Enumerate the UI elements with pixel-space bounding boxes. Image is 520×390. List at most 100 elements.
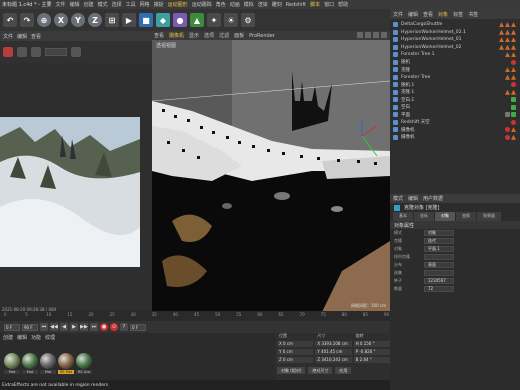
material-swatch[interactable]: [76, 353, 92, 369]
menu-animate[interactable]: 动画: [230, 1, 240, 8]
rot-h-field[interactable]: H 0.156 °: [353, 341, 390, 347]
perspective-viewport[interactable]: 查看 摄像机 显示 选项 过滤 面板 ProRender 透视视图 网格间距：1…: [152, 31, 390, 312]
pos-y-field[interactable]: Y 0 cm: [277, 349, 314, 355]
pan-icon[interactable]: [357, 32, 363, 38]
object-name[interactable]: 随机: [401, 59, 410, 65]
material-tag-icon[interactable]: [499, 22, 504, 28]
mat-menu-texture[interactable]: 纹理: [45, 334, 55, 341]
settings-button[interactable]: ⚙: [241, 13, 255, 27]
object-row[interactable]: 克隆: [390, 66, 520, 74]
material-tag-icon[interactable]: [505, 67, 510, 73]
om-tab-edit[interactable]: 编辑: [408, 11, 418, 18]
attribute-value-field[interactable]: 对象: [424, 230, 454, 236]
object-row[interactable]: Redshift 天空: [390, 119, 520, 127]
z-axis-button[interactable]: Z: [88, 13, 102, 27]
om-tab-file[interactable]: 文件: [393, 11, 403, 18]
snapshot-icon[interactable]: [71, 47, 81, 57]
attribute-subtab[interactable]: 对象: [435, 212, 455, 221]
material-tag-icon[interactable]: [505, 44, 510, 50]
menu-simulate[interactable]: 模拟: [244, 1, 254, 8]
menu-tracking[interactable]: 运动跟踪: [192, 1, 212, 8]
go-to-start-button[interactable]: ⏮: [40, 323, 48, 331]
object-row[interactable]: 平面: [390, 111, 520, 119]
menu-redshift[interactable]: Redshift: [286, 2, 306, 8]
object-row[interactable]: Forester Tree: [390, 74, 520, 82]
object-row[interactable]: 空白: [390, 104, 520, 112]
object-name[interactable]: HyperionWorkerHelmet_02: [401, 45, 462, 50]
play-button[interactable]: ▶: [70, 323, 78, 331]
nurbs-button[interactable]: ●: [173, 13, 187, 27]
tab-view[interactable]: 查看: [31, 33, 41, 40]
viewport-menu-view[interactable]: 查看: [154, 32, 164, 39]
object-name[interactable]: HyperionWorkerHelmet_01: [401, 37, 462, 42]
maximize-icon[interactable]: [381, 32, 387, 38]
pos-x-field[interactable]: X 0 cm: [277, 341, 314, 347]
viewport-menu-cameras[interactable]: 摄像机: [169, 32, 184, 39]
undo-button[interactable]: ↶: [3, 13, 17, 27]
om-tab-objects[interactable]: 对象: [438, 11, 448, 18]
material-tag-icon[interactable]: [505, 89, 510, 95]
material-tag-icon[interactable]: [511, 52, 516, 58]
object-row[interactable]: HyperionWorkerHelmet_02: [390, 44, 520, 52]
autokey-button[interactable]: ⊙: [110, 323, 118, 331]
tag-icon[interactable]: [505, 127, 510, 133]
viewport-menu-options[interactable]: 选项: [204, 32, 214, 39]
apply-button[interactable]: 应用: [335, 366, 352, 374]
menu-edit[interactable]: 编辑: [70, 1, 80, 8]
object-name[interactable]: Forester Tree: [401, 75, 430, 80]
tab-file[interactable]: 文件: [3, 33, 13, 40]
prev-key-button[interactable]: ◀◀: [50, 323, 58, 331]
size-x-field[interactable]: X 3393.108 cm: [315, 341, 352, 347]
object-name[interactable]: 随机.1: [401, 82, 414, 88]
material-swatch[interactable]: [40, 353, 56, 369]
size-y-field[interactable]: Y 401.45 cm: [315, 349, 352, 355]
attribute-subtab[interactable]: 基本: [393, 212, 413, 221]
attribute-subtab[interactable]: 坐标: [414, 212, 434, 221]
x-axis-button[interactable]: X: [54, 13, 68, 27]
material-tag-icon[interactable]: [499, 44, 504, 50]
object-name[interactable]: Redshift 天空: [401, 119, 430, 125]
object-row[interactable]: HyperionWorkerHelmet_02.1: [390, 29, 520, 37]
object-row[interactable]: Forester Tree 1: [390, 51, 520, 59]
material-tag-icon[interactable]: [505, 37, 510, 43]
prev-frame-button[interactable]: ◀: [60, 323, 68, 331]
material-tag-icon[interactable]: [499, 37, 504, 43]
material-tag-icon[interactable]: [511, 67, 516, 73]
record-button[interactable]: ●: [100, 323, 108, 331]
visibility-check-icon[interactable]: [511, 112, 516, 118]
tag-icon[interactable]: [505, 112, 510, 118]
object-row[interactable]: DeltaCargoShuttle: [390, 21, 520, 29]
object-name[interactable]: Forester Tree 1: [401, 52, 435, 57]
menu-mesh[interactable]: 网格: [140, 1, 150, 8]
object-row[interactable]: HyperionWorkerHelmet_01: [390, 36, 520, 44]
menu-script[interactable]: 脚本: [310, 1, 320, 8]
coord-mode-dropdown[interactable]: 对象 (相对): [277, 366, 306, 374]
om-tab-tags[interactable]: 标签: [453, 11, 463, 18]
menu-tools[interactable]: 工具: [126, 1, 136, 8]
visibility-check-icon[interactable]: [511, 97, 516, 103]
attribute-value-field[interactable]: 迭代: [424, 238, 454, 244]
menu-window[interactable]: 窗口: [324, 1, 334, 8]
material-swatch[interactable]: [58, 353, 74, 369]
viewport-menu-panel[interactable]: 面板: [234, 32, 244, 39]
material-tag-icon[interactable]: [511, 22, 516, 28]
object-name[interactable]: HyperionWorkerHelmet_02.1: [401, 30, 466, 35]
material-label[interactable]: RS Gro: [76, 370, 92, 374]
om-tab-bookmarks[interactable]: 书签: [468, 11, 478, 18]
object-name[interactable]: 平面: [401, 112, 410, 118]
menu-select[interactable]: 选择: [112, 1, 122, 8]
attr-tab-mode[interactable]: 模式: [393, 195, 403, 202]
render-icon[interactable]: [17, 47, 27, 57]
size-z-field[interactable]: Z 3410.243 cm: [315, 357, 352, 363]
material-tag-icon[interactable]: [505, 29, 510, 35]
rot-b-field[interactable]: B 2.64 °: [353, 357, 390, 363]
current-frame-field[interactable]: 0 F: [130, 323, 146, 331]
object-row[interactable]: 克隆.1: [390, 89, 520, 97]
mat-menu-function[interactable]: 功能: [31, 334, 41, 341]
material-tag-icon[interactable]: [511, 127, 516, 133]
object-row[interactable]: 摄像机: [390, 134, 520, 142]
object-name[interactable]: DeltaCargoShuttle: [401, 22, 442, 27]
material-tag-icon[interactable]: [511, 89, 516, 95]
pos-z-field[interactable]: Z 0 cm: [277, 357, 314, 363]
render-view-button[interactable]: ▶: [122, 13, 136, 27]
